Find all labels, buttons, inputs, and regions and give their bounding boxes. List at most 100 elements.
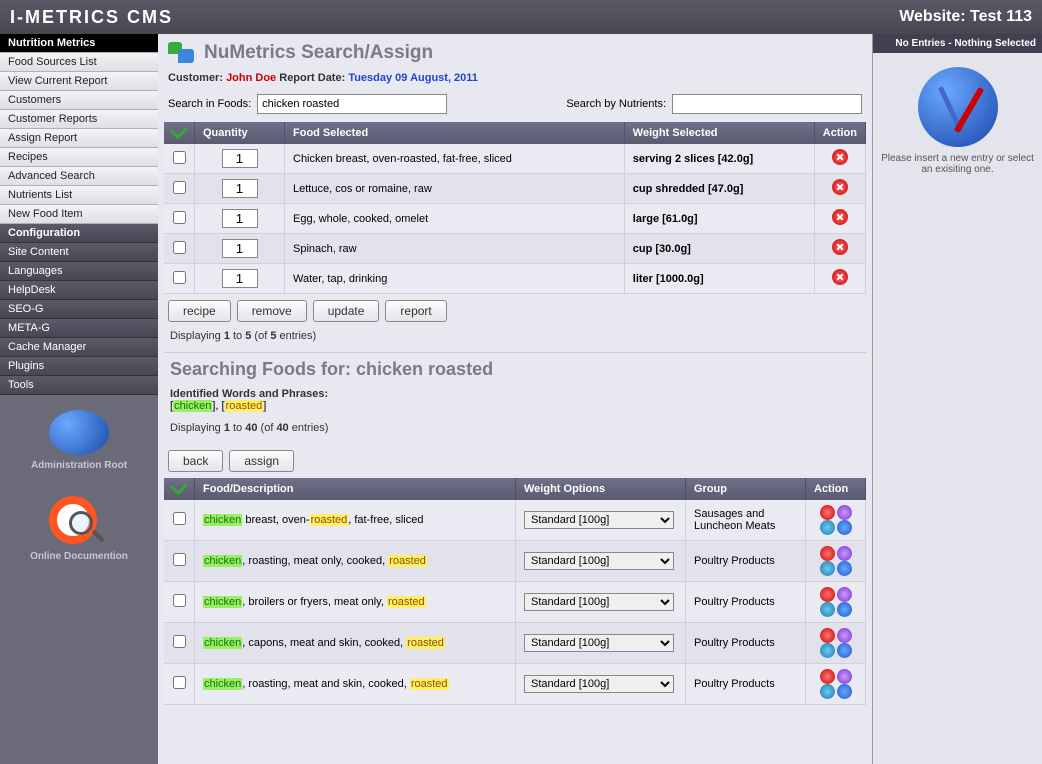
sidebar-item-languages[interactable]: Languages bbox=[0, 262, 158, 281]
weight-cell: liter [1000.0g] bbox=[624, 264, 814, 294]
weight-select[interactable]: Standard [100g] bbox=[524, 511, 674, 529]
row-checkbox[interactable] bbox=[173, 553, 186, 566]
info-icon[interactable] bbox=[837, 684, 852, 699]
customer-line: Customer: John Doe Report Date: Tuesday … bbox=[164, 70, 866, 92]
qty-input[interactable] bbox=[222, 239, 258, 258]
group-cell: Poultry Products bbox=[686, 664, 806, 705]
assign-icon[interactable] bbox=[820, 520, 835, 535]
table-row: Chicken breast, oven-roasted, fat-free, … bbox=[164, 144, 866, 174]
food-cell: Spinach, raw bbox=[285, 234, 625, 264]
favorite-icon[interactable] bbox=[837, 505, 852, 520]
sidebar-item-new-food-item[interactable]: New Food Item bbox=[0, 205, 158, 224]
favorite-icon[interactable] bbox=[837, 587, 852, 602]
tools-globe-icon bbox=[918, 67, 998, 147]
remove-icon[interactable] bbox=[820, 669, 835, 684]
assign-button[interactable]: assign bbox=[229, 450, 294, 472]
delete-icon[interactable] bbox=[832, 239, 848, 255]
row-checkbox[interactable] bbox=[173, 635, 186, 648]
sidebar-item-customers[interactable]: Customers bbox=[0, 91, 158, 110]
row-checkbox[interactable] bbox=[173, 512, 186, 525]
assign-icon[interactable] bbox=[820, 684, 835, 699]
lifebuoy-magnify-icon bbox=[49, 496, 109, 546]
row-checkbox[interactable] bbox=[173, 181, 186, 194]
sidebar-item-nutrients-list[interactable]: Nutrients List bbox=[0, 186, 158, 205]
weight-select[interactable]: Standard [100g] bbox=[524, 552, 674, 570]
search-foods-label: Search in Foods: bbox=[168, 98, 251, 110]
favorite-icon[interactable] bbox=[837, 628, 852, 643]
qty-input[interactable] bbox=[222, 209, 258, 228]
report-button[interactable]: report bbox=[385, 300, 446, 322]
qty-input[interactable] bbox=[222, 269, 258, 288]
admin-root-block[interactable]: Administration Root bbox=[0, 395, 158, 481]
table-row: chicken, roasting, meat and skin, cooked… bbox=[164, 664, 866, 705]
delete-icon[interactable] bbox=[832, 209, 848, 225]
sidebar-item-plugins[interactable]: Plugins bbox=[0, 357, 158, 376]
qty-input[interactable] bbox=[222, 179, 258, 198]
sidebar-item-assign-report[interactable]: Assign Report bbox=[0, 129, 158, 148]
sidebar-item-customer-reports[interactable]: Customer Reports bbox=[0, 110, 158, 129]
remove-icon[interactable] bbox=[820, 505, 835, 520]
site-name: Website: Test 113 bbox=[899, 8, 1032, 26]
row-checkbox[interactable] bbox=[173, 241, 186, 254]
delete-icon[interactable] bbox=[832, 149, 848, 165]
sidebar-item-meta-g[interactable]: META-G bbox=[0, 319, 158, 338]
weight-select[interactable]: Standard [100g] bbox=[524, 634, 674, 652]
search-foods-input[interactable] bbox=[257, 94, 447, 114]
weight-select[interactable]: Standard [100g] bbox=[524, 593, 674, 611]
check-all-icon[interactable] bbox=[170, 122, 188, 140]
right-panel: No Entries - Nothing Selected Please ins… bbox=[872, 34, 1042, 764]
assign-icon[interactable] bbox=[820, 643, 835, 658]
favorite-icon[interactable] bbox=[837, 546, 852, 561]
sidebar-section-configuration: Configuration bbox=[0, 224, 158, 243]
sidebar-item-food-sources-list[interactable]: Food Sources List bbox=[0, 53, 158, 72]
right-panel-header: No Entries - Nothing Selected bbox=[873, 34, 1042, 53]
content-area: NuMetrics Search/Assign Customer: John D… bbox=[158, 34, 872, 764]
favorite-icon[interactable] bbox=[837, 669, 852, 684]
food-cell: Water, tap, drinking bbox=[285, 264, 625, 294]
qty-input[interactable] bbox=[222, 149, 258, 168]
row-checkbox[interactable] bbox=[173, 676, 186, 689]
check-all-icon[interactable] bbox=[170, 478, 188, 496]
delete-icon[interactable] bbox=[832, 179, 848, 195]
update-button[interactable]: update bbox=[313, 300, 380, 322]
back-button[interactable]: back bbox=[168, 450, 223, 472]
delete-icon[interactable] bbox=[832, 269, 848, 285]
remove-icon[interactable] bbox=[820, 628, 835, 643]
remove-icon[interactable] bbox=[820, 546, 835, 561]
sidebar-item-nutrition-metrics[interactable]: Nutrition Metrics bbox=[0, 34, 158, 53]
info-icon[interactable] bbox=[837, 520, 852, 535]
food-desc-cell: chicken, roasting, meat only, cooked, ro… bbox=[195, 541, 516, 582]
table-row: chicken, broilers or fryers, meat only, … bbox=[164, 582, 866, 623]
info-icon[interactable] bbox=[837, 602, 852, 617]
admin-root-label: Administration Root bbox=[5, 460, 153, 471]
food-desc-cell: chicken, capons, meat and skin, cooked, … bbox=[195, 623, 516, 664]
row-checkbox[interactable] bbox=[173, 211, 186, 224]
weight-select[interactable]: Standard [100g] bbox=[524, 675, 674, 693]
info-icon[interactable] bbox=[837, 561, 852, 576]
remove-button[interactable]: remove bbox=[237, 300, 307, 322]
action-cell bbox=[806, 623, 866, 664]
sidebar-item-helpdesk[interactable]: HelpDesk bbox=[0, 281, 158, 300]
assign-icon[interactable] bbox=[820, 561, 835, 576]
sidebar-item-view-current-report[interactable]: View Current Report bbox=[0, 72, 158, 91]
row-checkbox[interactable] bbox=[173, 151, 186, 164]
recipe-button[interactable]: recipe bbox=[168, 300, 231, 322]
action-cell bbox=[806, 500, 866, 541]
sidebar-item-site-content[interactable]: Site Content bbox=[0, 243, 158, 262]
online-doc-block[interactable]: Online Documention bbox=[0, 481, 158, 572]
sidebar: Nutrition MetricsFood Sources ListView C… bbox=[0, 34, 158, 764]
row-checkbox[interactable] bbox=[173, 594, 186, 607]
sidebar-item-seo-g[interactable]: SEO-G bbox=[0, 300, 158, 319]
sidebar-item-advanced-search[interactable]: Advanced Search bbox=[0, 167, 158, 186]
sidebar-item-cache-manager[interactable]: Cache Manager bbox=[0, 338, 158, 357]
search-nutrients-input[interactable] bbox=[672, 94, 862, 114]
info-icon[interactable] bbox=[837, 643, 852, 658]
power-icon bbox=[49, 410, 109, 455]
sidebar-item-tools[interactable]: Tools bbox=[0, 376, 158, 395]
status-1: Displaying 1 to 5 (of 5 entries) bbox=[164, 328, 866, 352]
remove-icon[interactable] bbox=[820, 587, 835, 602]
sidebar-item-recipes[interactable]: Recipes bbox=[0, 148, 158, 167]
assign-icon[interactable] bbox=[820, 602, 835, 617]
row-checkbox[interactable] bbox=[173, 271, 186, 284]
food-desc-cell: chicken breast, oven-roasted, fat-free, … bbox=[195, 500, 516, 541]
